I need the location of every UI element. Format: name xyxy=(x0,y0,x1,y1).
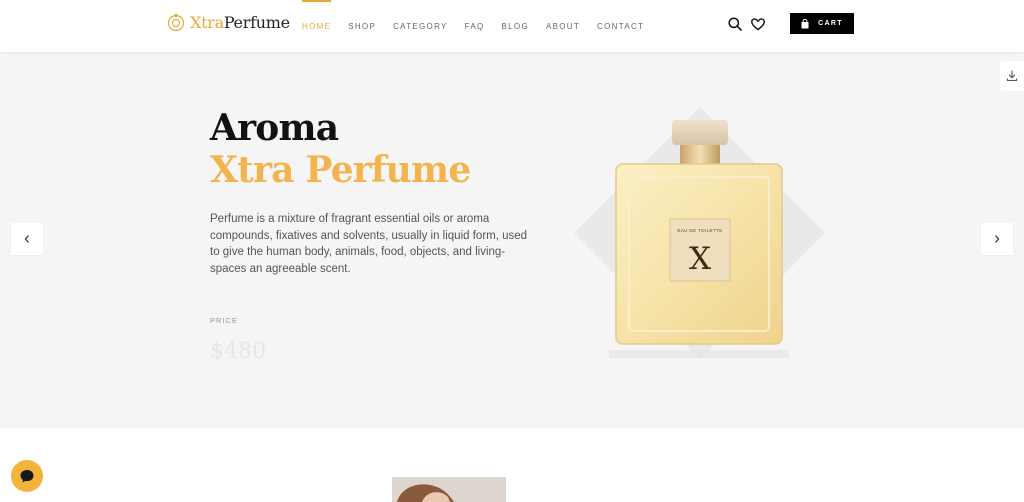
hero-slider: Aroma Xtra Perfume Perfume is a mixture … xyxy=(0,52,1024,428)
next-slide-button[interactable] xyxy=(981,223,1013,255)
nav-item-about[interactable]: ABOUT xyxy=(546,0,580,52)
price-value: $480 xyxy=(210,339,266,364)
perfume-flower-icon xyxy=(167,13,185,32)
download-icon xyxy=(1006,70,1018,82)
nav-item-blog[interactable]: BLOG xyxy=(502,0,529,52)
product-label-letter: X xyxy=(689,241,711,277)
model-photo xyxy=(397,484,454,502)
main-nav: HOME SHOP CATEGORY FAQ BLOG ABOUT CONTAC… xyxy=(302,0,661,52)
nav-item-home[interactable]: HOME xyxy=(302,0,332,52)
product-image: EAU DE TOILETTE X xyxy=(574,107,825,359)
nav-item-category[interactable]: CATEGORY xyxy=(393,0,448,52)
nav-item-contact[interactable]: CONTACT xyxy=(597,0,644,52)
cart-label: CART xyxy=(818,20,843,27)
search-icon[interactable] xyxy=(727,16,743,32)
hero-description: Perfume is a mixture of fragrant essenti… xyxy=(210,213,528,275)
brand-logo[interactable]: XtraPerfume xyxy=(167,10,290,34)
cart-button[interactable]: CART xyxy=(790,13,854,34)
download-button[interactable] xyxy=(1000,61,1024,91)
brand-name: XtraPerfume xyxy=(190,13,290,32)
prev-slide-button[interactable] xyxy=(11,223,43,255)
brand-name-accent: Xtra xyxy=(190,12,224,32)
hero-title-line1: Aroma xyxy=(210,107,339,149)
product-label-subtitle: EAU DE TOILETTE xyxy=(677,228,722,233)
chat-bubble-icon xyxy=(20,470,34,483)
heart-icon[interactable] xyxy=(750,16,766,32)
chevron-left-icon xyxy=(24,235,29,243)
nav-item-shop[interactable]: SHOP xyxy=(348,0,376,52)
shopping-bag-icon xyxy=(801,18,809,28)
model-photo-peek xyxy=(392,477,506,502)
hero-title-line2: Xtra Perfume xyxy=(210,149,471,191)
price-label: PRICE xyxy=(210,316,238,325)
brand-name-main: Perfume xyxy=(223,12,290,32)
chat-button[interactable] xyxy=(11,460,43,492)
site-header: XtraPerfume HOME SHOP CATEGORY FAQ BLOG … xyxy=(0,0,1024,52)
nav-item-faq[interactable]: FAQ xyxy=(465,0,485,52)
chevron-right-icon xyxy=(995,235,1000,243)
